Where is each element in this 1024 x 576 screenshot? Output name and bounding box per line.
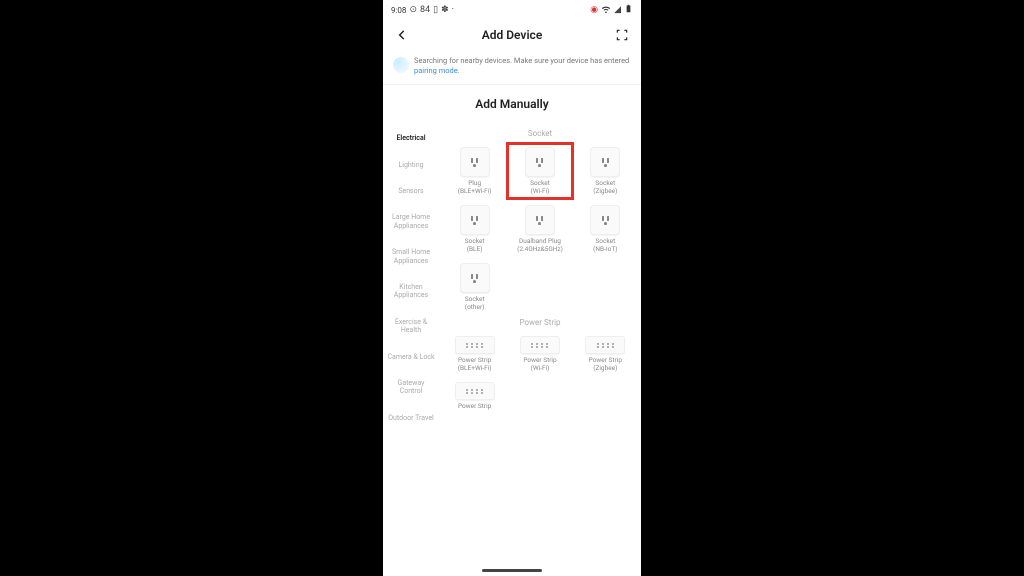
- device-content: Socket Plug (BLE+Wi-Fi) Socket (Wi-Fi) Sock…: [439, 121, 641, 565]
- device-grid: Plug (BLE+Wi-Fi) Socket (Wi-Fi) Socket (Zi…: [443, 144, 637, 314]
- device-tile[interactable]: Socket (other): [443, 260, 506, 314]
- socket-icon: [460, 205, 490, 235]
- device-tile[interactable]: Socket (NB-IoT): [574, 202, 637, 256]
- sidebar-item-lighting[interactable]: Lighting: [383, 152, 439, 178]
- device-label: Plug (BLE+Wi-Fi): [458, 180, 492, 196]
- add-manually-heading: Add Manually: [383, 85, 641, 121]
- socket-icon: [460, 147, 490, 177]
- device-tile[interactable]: Socket (Zigbee): [574, 144, 637, 198]
- device-tile[interactable]: Power Strip: [443, 379, 506, 421]
- status-right: ◉ ◢: [590, 3, 633, 17]
- powerstrip-icon: [455, 336, 495, 354]
- sidebar-item-gateway-control[interactable]: Gateway Control: [383, 370, 439, 405]
- socket-icon: [590, 205, 620, 235]
- socket-icon: [525, 205, 555, 235]
- device-browser: ElectricalLightingSensorsLarge Home Appl…: [383, 121, 641, 565]
- battery-icon: [624, 3, 633, 17]
- device-label: Socket (NB-IoT): [593, 238, 617, 254]
- radar-icon: [393, 57, 409, 73]
- category-sidebar: ElectricalLightingSensorsLarge Home Appl…: [383, 121, 439, 565]
- sidebar-item-outdoor-travel[interactable]: Outdoor Travel: [383, 405, 439, 431]
- outlet-icon: [536, 158, 543, 167]
- outlet-icon: [602, 216, 609, 225]
- status-time: 9:08: [391, 6, 406, 15]
- powerstrip-icon: [455, 382, 495, 400]
- sidebar-item-kitchen-appliances[interactable]: Kitchen Appliances: [383, 274, 439, 309]
- bt-icon: ✽: [441, 5, 449, 15]
- strip-icon: [466, 389, 483, 394]
- sidebar-item-electrical[interactable]: Electrical: [383, 125, 439, 151]
- device-label: Power Strip (Zigbee): [589, 357, 622, 373]
- device-label: Socket (BLE): [465, 238, 485, 254]
- group-title: Socket: [443, 125, 637, 144]
- bottom-bar: [383, 565, 641, 576]
- dot-icon: ·: [452, 5, 454, 15]
- socket-icon: [590, 147, 620, 177]
- device-tile[interactable]: Power Strip (Wi-Fi): [508, 333, 571, 375]
- outlet-icon: [536, 216, 543, 225]
- sidebar-item-exercise-health[interactable]: Exercise & Health: [383, 309, 439, 344]
- device-label: Power Strip (Wi-Fi): [523, 357, 556, 373]
- searching-banner: Searching for nearby devices. Make sure …: [383, 50, 641, 85]
- sidebar-item-camera-lock[interactable]: Camera & Lock: [383, 344, 439, 370]
- sidebar-item-sensors[interactable]: Sensors: [383, 178, 439, 204]
- socket-icon: [460, 263, 490, 293]
- notif-icon: ⊙: [409, 5, 417, 15]
- status-left: 9:08 ⊙ 84 ▯ ✽ ·: [391, 5, 454, 15]
- chevron-left-icon: [395, 28, 409, 42]
- nav-bar: Add Device: [383, 20, 641, 50]
- device-label: Socket (other): [465, 296, 485, 312]
- device-label: Power Strip (BLE+Wi-Fi): [458, 357, 492, 373]
- strip-icon: [531, 343, 548, 348]
- device-label: Socket (Wi-Fi): [530, 180, 550, 196]
- device-label: Power Strip: [458, 403, 491, 419]
- device-tile[interactable]: Power Strip (BLE+Wi-Fi): [443, 333, 506, 375]
- device-tile[interactable]: Socket (BLE): [443, 202, 506, 256]
- powerstrip-icon: [585, 336, 625, 354]
- outlet-icon: [471, 274, 478, 283]
- battery-num: 84: [420, 5, 430, 15]
- outlet-icon: [602, 158, 609, 167]
- signal-icon: ◢: [614, 5, 621, 15]
- group-title: Power Strip: [443, 314, 637, 333]
- scan-button[interactable]: [613, 26, 631, 44]
- device-tile[interactable]: Plug (BLE+Wi-Fi): [443, 144, 506, 198]
- alert-icon: ◉: [590, 5, 598, 15]
- wifi-icon: [601, 4, 611, 17]
- outlet-icon: [471, 216, 478, 225]
- phone-frame: 9:08 ⊙ 84 ▯ ✽ · ◉ ◢ Add Device: [383, 0, 641, 576]
- device-label: Dualband Plug (2.4GHz&5GHz): [517, 238, 563, 254]
- outlet-icon: [471, 158, 478, 167]
- back-button[interactable]: [393, 26, 411, 44]
- status-bar: 9:08 ⊙ 84 ▯ ✽ · ◉ ◢: [383, 0, 641, 20]
- page-title: Add Device: [482, 28, 543, 42]
- sidebar-item-small-home-appliances[interactable]: Small Home Appliances: [383, 239, 439, 274]
- home-indicator[interactable]: [482, 569, 542, 572]
- device-tile[interactable]: Power Strip (Zigbee): [574, 333, 637, 375]
- device-tile[interactable]: Socket (Wi-Fi): [508, 144, 571, 198]
- powerstrip-icon: [520, 336, 560, 354]
- device-grid: Power Strip (BLE+Wi-Fi) Power Strip (Wi-F…: [443, 333, 637, 421]
- strip-icon: [466, 343, 483, 348]
- device-label: Socket (Zigbee): [593, 180, 617, 196]
- device-tile[interactable]: Dualband Plug (2.4GHz&5GHz): [508, 202, 571, 256]
- sidebar-item-large-home-appliances[interactable]: Large Home Appliances: [383, 204, 439, 239]
- phone-icon: ▯: [433, 5, 438, 15]
- socket-icon: [525, 147, 555, 177]
- strip-icon: [597, 343, 614, 348]
- searching-text: Searching for nearby devices. Make sure …: [414, 56, 631, 76]
- scan-icon: [615, 28, 629, 42]
- pairing-mode-link[interactable]: pairing mode.: [414, 66, 460, 75]
